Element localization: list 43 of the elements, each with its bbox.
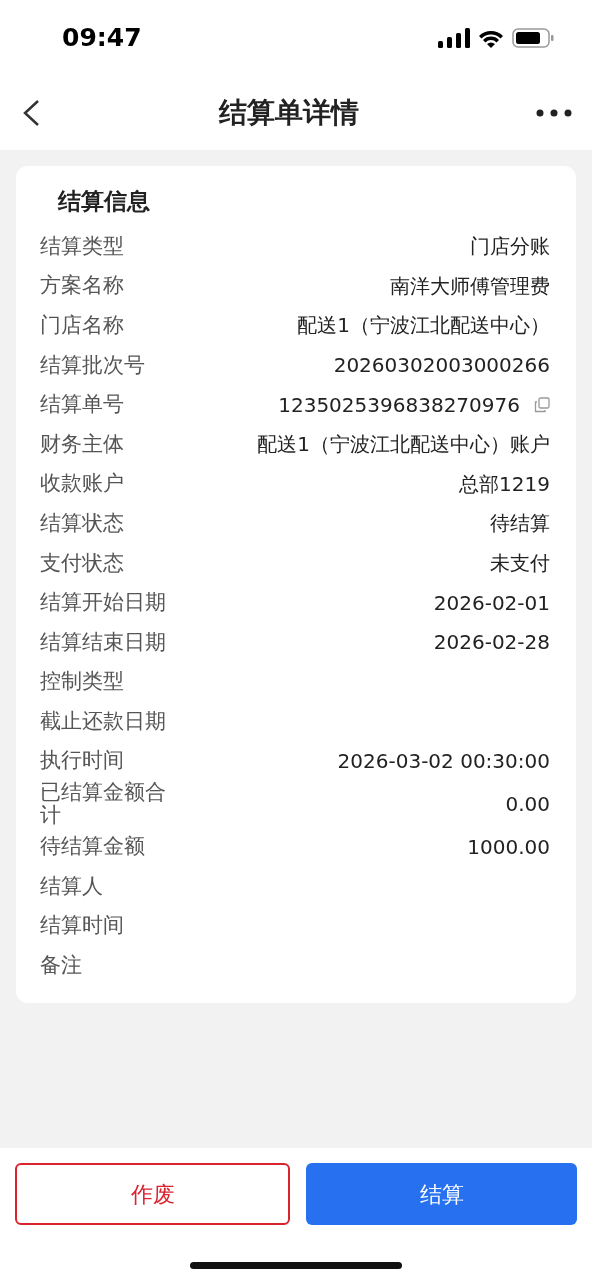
battery-icon — [512, 28, 554, 48]
field-label: 支付状态 — [40, 551, 125, 575]
status-time: 09:47 — [62, 22, 142, 55]
field-label: 结算批次号 — [40, 353, 146, 377]
field-value: 2026-02-28 — [432, 629, 550, 657]
section-title: 结算信息 — [58, 187, 151, 216]
field-value: 配送1（宁波江北配送中心）账户 — [256, 431, 550, 459]
field-label: 截止还款日期 — [40, 709, 167, 733]
field-label: 门店名称 — [40, 313, 125, 338]
field-label: 结算结束日期 — [40, 630, 167, 654]
field-label: 结算类型 — [40, 234, 125, 258]
field-label: 控制类型 — [40, 670, 125, 694]
field-label: 结算人 — [40, 874, 104, 898]
field-label: 执行时间 — [40, 749, 125, 773]
field-label: 结算时间 — [40, 914, 125, 938]
field-label: 结算状态 — [40, 511, 125, 535]
field-value: 待结算 — [489, 510, 550, 538]
field-value: 1235025396838270976 — [277, 391, 520, 419]
field-label: 财务主体 — [40, 432, 125, 456]
field-value: 2026-02-01 — [432, 589, 550, 617]
field-value: 2026-03-02 00:30:00 — [336, 748, 550, 775]
page-title: 结算单详情 — [219, 95, 359, 131]
field-value: 门店分账 — [469, 233, 550, 261]
field-value: 南洋大师傅管理费 — [389, 272, 550, 300]
wifi-icon — [478, 28, 504, 48]
signal-icon — [438, 28, 470, 48]
field-label: 备注 — [40, 954, 83, 978]
field-value: 1000.00 — [466, 833, 550, 861]
field-value: 0.00 — [504, 790, 550, 818]
field-value: 总部1219 — [458, 470, 550, 498]
field-label: 待结算金额 — [40, 835, 146, 859]
more-icon[interactable] — [536, 109, 572, 117]
void-button[interactable]: 作废 — [15, 1163, 290, 1225]
field-value: 配送1（宁波江北配送中心） — [296, 312, 550, 340]
field-label: 收款账户 — [40, 472, 125, 496]
field-label: 已结算金额合计 — [40, 780, 167, 827]
field-label: 方案名称 — [40, 274, 125, 298]
settle-button[interactable]: 结算 — [306, 1163, 577, 1225]
field-value: 未支付 — [489, 550, 550, 578]
field-value: 20260302003000266 — [332, 352, 550, 380]
field-label: 结算单号 — [40, 393, 125, 417]
field-label: 结算开始日期 — [40, 591, 167, 615]
copy-icon[interactable] — [534, 396, 550, 413]
